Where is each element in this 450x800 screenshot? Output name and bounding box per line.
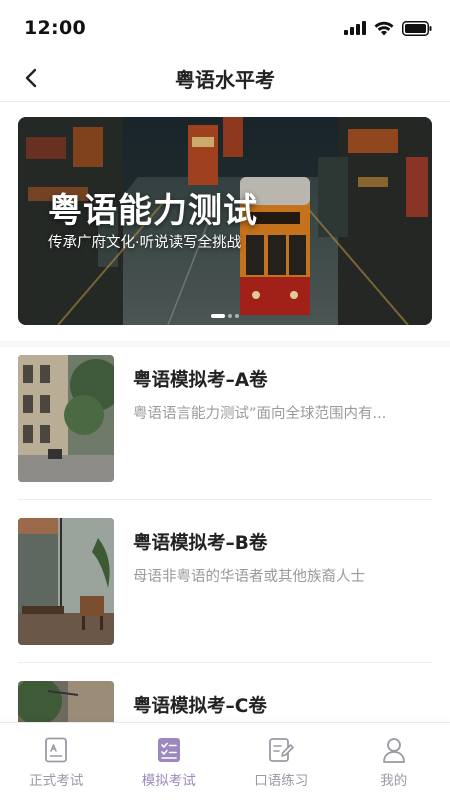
exam-item-a[interactable]: 粤语模拟考–A卷 粤语语言能力测试”面向全球范围内有... <box>0 347 450 510</box>
tab-label: 正式考试 <box>29 773 84 789</box>
carousel-dot <box>235 314 239 318</box>
cellular-signal-icon <box>344 21 366 35</box>
list-separator <box>18 499 432 500</box>
exam-description: 粤语语言能力测试”面向全球范围内有... <box>133 406 387 422</box>
checklist-icon <box>157 738 180 762</box>
user-icon <box>382 738 405 763</box>
status-icons <box>344 20 432 36</box>
exam-thumbnail <box>18 518 114 645</box>
exam-title: 粤语模拟考–B卷 <box>133 533 268 554</box>
tab-speaking-practice[interactable]: 口语练习 <box>225 723 338 800</box>
exam-item-b[interactable]: 粤语模拟考–B卷 母语非粤语的华语者或其他族裔人士 <box>0 510 450 673</box>
tab-label: 口语练习 <box>254 773 309 789</box>
banner-title: 粤语能力测试 <box>48 191 258 231</box>
exam-description: 母语非粤语的华语者或其他族裔人士 <box>133 569 365 585</box>
exam-title: 粤语模拟考–C卷 <box>133 696 267 717</box>
exam-title: 粤语模拟考–A卷 <box>133 370 268 391</box>
exam-thumbnail <box>18 355 114 482</box>
carousel-dot <box>228 314 232 318</box>
nav-bar: 粤语水平考 <box>0 56 450 100</box>
page-title: 粤语水平考 <box>175 67 275 92</box>
battery-icon <box>402 20 432 36</box>
back-button[interactable] <box>16 62 46 94</box>
wifi-icon <box>374 21 394 35</box>
banner-carousel[interactable]: 粤语能力测试 传承广府文化·听说读写全挑战 <box>18 117 432 325</box>
carousel-dot-active <box>211 314 225 318</box>
tab-mock-exam[interactable]: 模拟考试 <box>113 723 226 800</box>
exam-paper-icon <box>45 737 68 763</box>
tab-label: 模拟考试 <box>141 773 196 789</box>
status-time: 12:00 <box>24 17 86 39</box>
list-separator <box>18 662 432 663</box>
nav-divider <box>0 101 450 102</box>
pen-note-icon <box>269 738 295 762</box>
banner-subtitle: 传承广府文化·听说读写全挑战 <box>48 235 242 251</box>
bottom-tab-bar: 正式考试 模拟考试 口语练习 我的 <box>0 722 450 800</box>
carousel-indicator <box>18 314 432 318</box>
tab-label: 我的 <box>380 773 408 789</box>
chevron-left-icon <box>25 68 37 88</box>
tab-mine[interactable]: 我的 <box>338 723 450 800</box>
status-bar: 12:00 <box>0 0 450 56</box>
tab-formal-exam[interactable]: 正式考试 <box>0 723 113 800</box>
